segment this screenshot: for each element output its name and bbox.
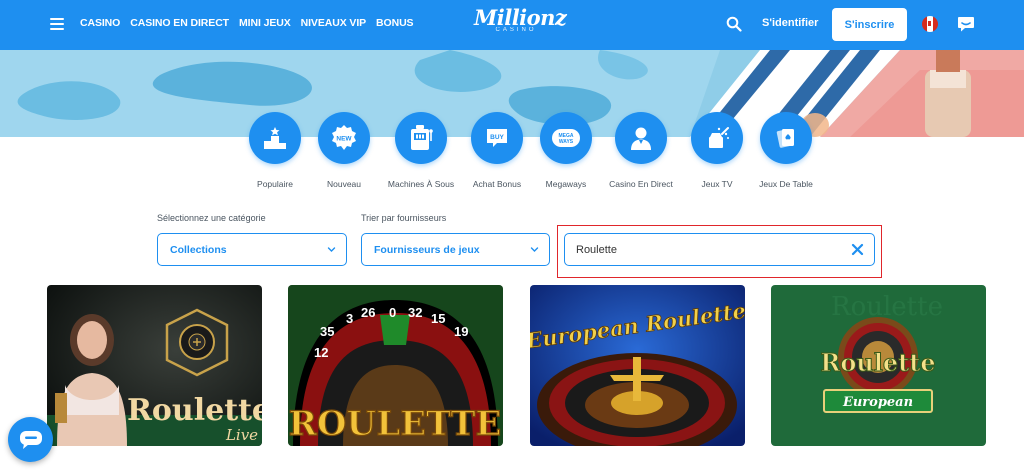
category-label: Achat Bonus (472, 179, 522, 189)
millionz-logo[interactable]: Millionz CASINO (474, 6, 567, 44)
buy-icon: BUY (471, 112, 523, 164)
category-label: Machines À Sous (387, 179, 455, 189)
category-achat-bonus[interactable]: BUY Achat Bonus (457, 112, 537, 189)
category-populaire[interactable]: Populaire (235, 112, 315, 189)
wheel-number: 0 (389, 305, 396, 320)
game-card-european-roulette[interactable]: European Roulette (530, 285, 745, 446)
wheel-number: 3 (346, 311, 353, 326)
game-title: ROULETTE (289, 404, 502, 444)
nav-bonus[interactable]: BONUS (376, 17, 414, 29)
cards-icon (760, 112, 812, 164)
wheel-number: 32 (408, 305, 422, 320)
category-label: Nouveau (326, 179, 362, 189)
megaways-icon: MEGA WAYS (540, 112, 592, 164)
category-label: Casino En Direct (609, 179, 673, 189)
signup-button[interactable]: S'inscrire (832, 8, 907, 41)
european-roulette-artwork: European Roulette (530, 285, 745, 446)
category-label: Populaire (257, 179, 293, 189)
chat-bubble-icon (19, 430, 42, 449)
game-card-live-roulette[interactable]: Roulette Live (47, 285, 262, 446)
game-title: Roulette (820, 348, 935, 377)
game-card-roulette-classic[interactable]: 12 35 3 26 0 32 15 19 ROULETTE (288, 285, 503, 446)
search-icon[interactable] (726, 16, 742, 32)
game-title: Roulette (127, 393, 262, 428)
svg-text:Roulette: Roulette (831, 292, 943, 322)
new-badge-icon: NEW (318, 112, 370, 164)
wheel-number: 19 (454, 324, 468, 339)
category-select[interactable]: Collections (157, 233, 347, 266)
dealer-icon (615, 112, 667, 164)
login-link[interactable]: S'identifier (762, 17, 818, 29)
game-search-field (564, 233, 875, 266)
category-megaways[interactable]: MEGA WAYS Megaways (526, 112, 606, 189)
chevron-down-icon (530, 247, 539, 252)
game-card-roulette-european[interactable]: Roulette Roulette European (771, 285, 986, 446)
game-subtitle: Live (225, 426, 258, 444)
category-label: Jeux De Table (759, 179, 813, 189)
nav-mini-jeux[interactable]: MINI JEUX (239, 17, 291, 29)
tv-icon (691, 112, 743, 164)
chevron-down-icon (327, 247, 336, 252)
svg-text:BUY: BUY (490, 134, 504, 141)
provider-select[interactable]: Fournisseurs de jeux (361, 233, 550, 266)
podium-icon (249, 112, 301, 164)
category-filter-label: Sélectionnez une catégorie (157, 213, 266, 223)
category-jeux-tv[interactable]: Jeux TV (677, 112, 757, 189)
canada-flag-icon[interactable] (922, 16, 938, 32)
menu-icon[interactable] (50, 18, 64, 30)
nav-casino-en-direct[interactable]: CASINO EN DIRECT (130, 17, 229, 29)
roulette-classic-artwork: 12 35 3 26 0 32 15 19 ROULETTE (288, 285, 503, 446)
category-label: Jeux TV (701, 179, 733, 189)
roulette-european-artwork: Roulette Roulette European (771, 285, 986, 446)
main-nav: CASINO CASINO EN DIRECT MINI JEUX NIVEAU… (80, 17, 414, 29)
close-icon[interactable] (851, 243, 864, 256)
nav-niveaux-vip[interactable]: NIVEAUX VIP (301, 17, 367, 29)
live-roulette-artwork: Roulette Live (47, 285, 262, 446)
logo-subtext: CASINO (495, 27, 537, 33)
wheel-number: 12 (314, 345, 328, 360)
nav-casino[interactable]: CASINO (80, 17, 120, 29)
provider-filter-label: Trier par fournisseurs (361, 213, 447, 223)
svg-text:NEW: NEW (336, 136, 352, 143)
slot-machine-icon (395, 112, 447, 164)
wheel-number: 26 (361, 305, 375, 320)
category-casino-en-direct[interactable]: Casino En Direct (601, 112, 681, 189)
svg-text:WAYS: WAYS (559, 139, 574, 145)
category-select-value: Collections (170, 243, 227, 256)
category-label: Megaways (545, 179, 587, 189)
game-subtitle: European (842, 395, 913, 410)
provider-select-value: Fournisseurs de jeux (374, 243, 480, 256)
game-search-input[interactable] (576, 242, 836, 258)
wheel-number: 15 (431, 311, 445, 326)
top-navbar: CASINO CASINO EN DIRECT MINI JEUX NIVEAU… (0, 0, 1024, 50)
category-machines-a-sous[interactable]: Machines À Sous (381, 112, 461, 189)
live-chat-button[interactable] (8, 417, 53, 462)
category-jeux-de-table[interactable]: Jeux De Table (746, 112, 826, 189)
chat-icon[interactable] (957, 15, 975, 33)
wheel-number: 35 (320, 324, 334, 339)
category-nouveau[interactable]: NEW Nouveau (304, 112, 384, 189)
